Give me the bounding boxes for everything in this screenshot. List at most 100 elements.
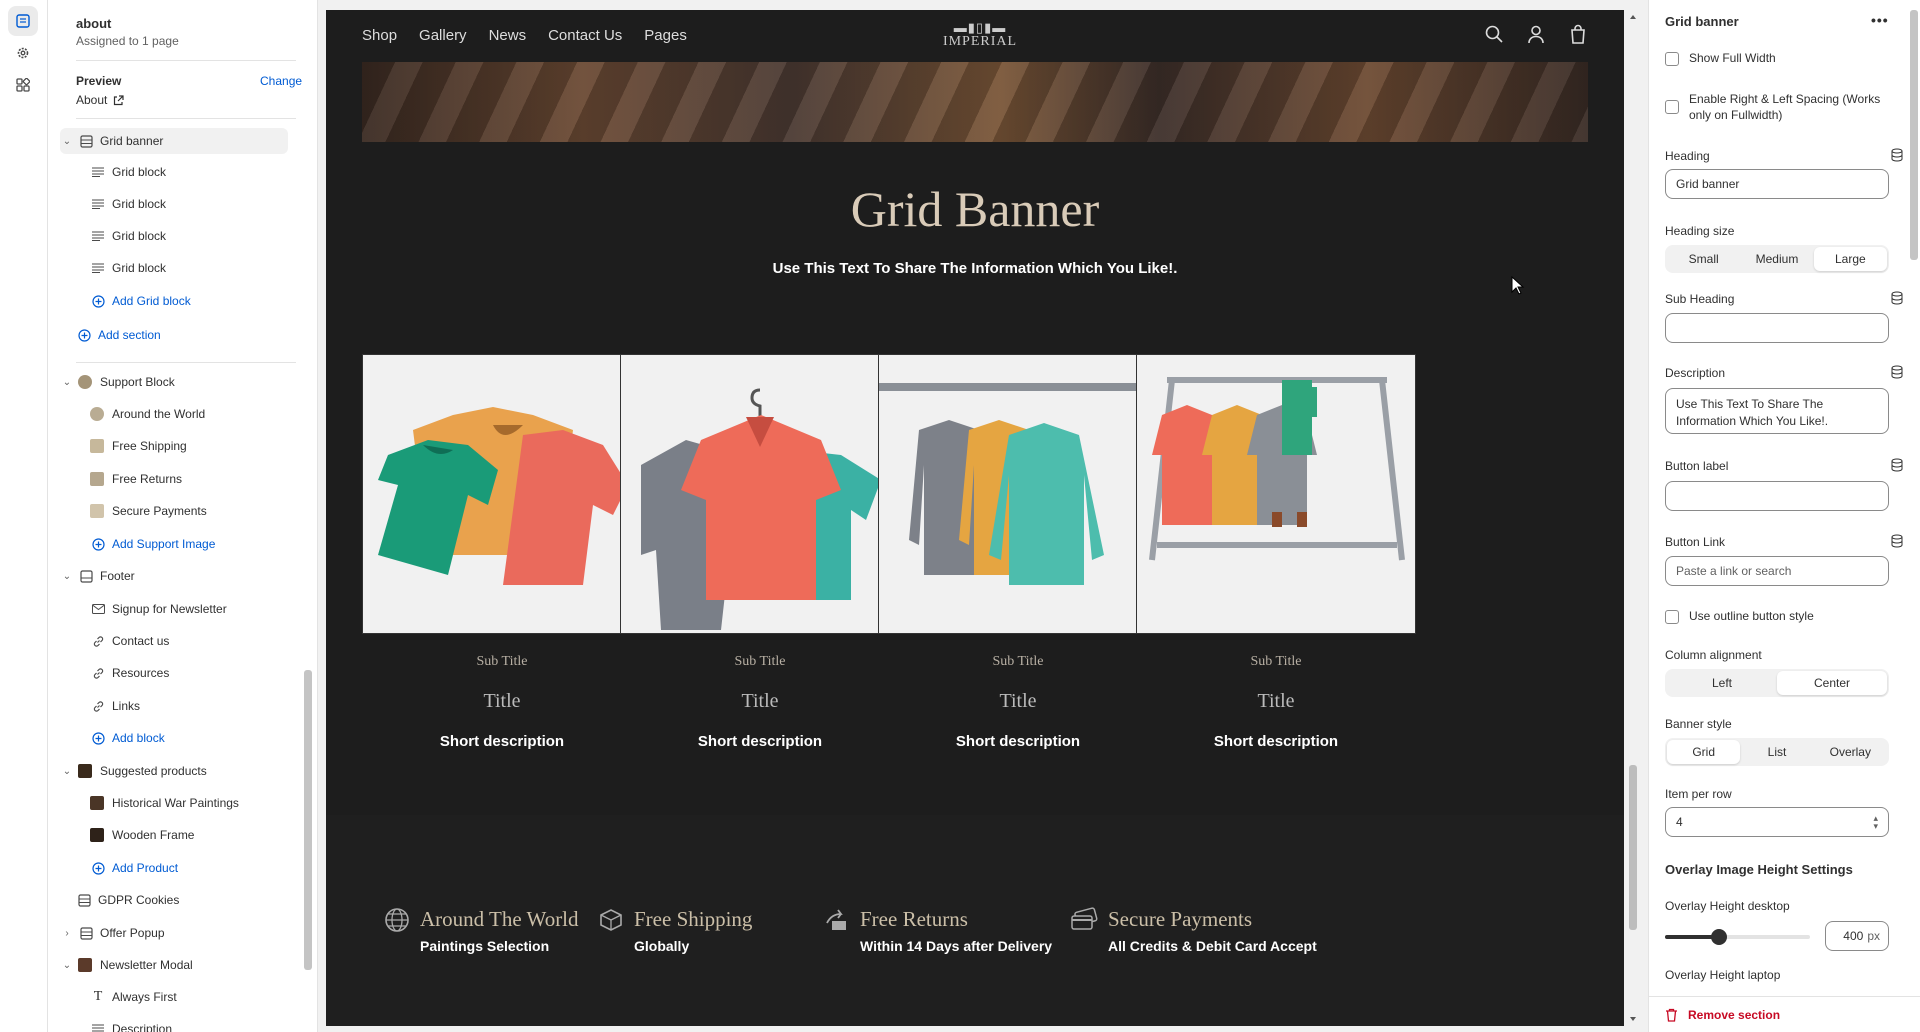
alignment-left[interactable]: Left	[1667, 671, 1777, 695]
database-icon[interactable]	[1890, 291, 1904, 305]
heading-size-large[interactable]: Large	[1813, 247, 1887, 271]
outline-button-checkbox[interactable]: Use outline button style	[1665, 609, 1814, 624]
block-links[interactable]: Links	[90, 693, 140, 719]
panel-scrollbar[interactable]	[304, 120, 312, 1000]
add-support-image-button[interactable]: Add Support Image	[90, 531, 215, 557]
section-footer[interactable]: ⌄ Footer	[60, 563, 135, 589]
section-offer-popup[interactable]: › Offer Popup	[60, 920, 165, 946]
block-signup-newsletter[interactable]: Signup for Newsletter	[90, 596, 227, 622]
apps-rail-button[interactable]	[8, 70, 38, 100]
store-logo[interactable]: ▬▮▯▮▬ IMPERIAL	[940, 20, 1020, 50]
mouse-cursor-icon	[1511, 276, 1525, 295]
account-icon[interactable]	[1526, 24, 1546, 44]
block-wooden-frame[interactable]: Wooden Frame	[90, 822, 194, 848]
database-icon[interactable]	[1890, 534, 1904, 548]
more-options-icon[interactable]: •••	[1871, 12, 1889, 28]
change-preview-link[interactable]: Change	[260, 74, 302, 88]
nav-contact-us[interactable]: Contact Us	[548, 27, 622, 44]
overlay-desktop-input[interactable]: 400 px	[1825, 921, 1889, 951]
grid-card[interactable]: Sub Title Title Short description	[1136, 354, 1416, 750]
database-icon[interactable]	[1890, 148, 1904, 162]
block-grid-block[interactable]: Grid block	[90, 159, 166, 185]
chevron-down-icon[interactable]: ⌄	[60, 960, 74, 971]
chevron-down-icon[interactable]: ⌄	[60, 571, 74, 582]
add-section-button[interactable]: Add section	[76, 322, 161, 348]
alignment-center[interactable]: Center	[1777, 671, 1887, 695]
overlay-desktop-slider[interactable]	[1665, 929, 1810, 945]
scrollbar-thumb[interactable]	[304, 670, 312, 970]
section-suggested-products[interactable]: ⌄ Suggested products	[60, 758, 207, 784]
grid-card[interactable]: Sub Title Title Short description	[878, 354, 1158, 750]
database-icon[interactable]	[1890, 365, 1904, 379]
overlay-desktop-label: Overlay Height desktop	[1665, 899, 1790, 913]
section-newsletter-modal[interactable]: ⌄ Newsletter Modal	[60, 952, 193, 978]
text-lines-icon	[90, 260, 106, 276]
sections-rail-button[interactable]	[8, 6, 38, 36]
cart-bag-icon[interactable]	[1568, 24, 1588, 44]
column-alignment-label: Column alignment	[1665, 648, 1762, 662]
button-link-input[interactable]: Paste a link or search	[1665, 556, 1889, 586]
chevron-right-icon[interactable]: ›	[60, 928, 74, 939]
heading-size-medium[interactable]: Medium	[1740, 247, 1813, 271]
sub-heading-input[interactable]	[1665, 313, 1889, 343]
block-free-returns[interactable]: Free Returns	[90, 466, 182, 492]
checkbox[interactable]	[1665, 51, 1679, 66]
block-secure-payments[interactable]: Secure Payments	[90, 498, 207, 524]
item-per-row-select[interactable]: 4 ▴ ▾	[1665, 807, 1889, 837]
button-label-input[interactable]	[1665, 481, 1889, 511]
add-grid-block-button[interactable]: Add Grid block	[90, 288, 191, 314]
preview-page[interactable]: About	[76, 93, 124, 107]
grid-card[interactable]: Sub Title Title Short description	[620, 354, 900, 750]
block-contact-us[interactable]: Contact us	[90, 628, 169, 654]
block-grid-block[interactable]: Grid block	[90, 191, 166, 217]
heading-input[interactable]: Grid banner	[1665, 169, 1889, 199]
preview-page-label: About	[76, 93, 108, 107]
settings-rail-button[interactable]	[8, 38, 38, 68]
checkbox[interactable]	[1665, 609, 1679, 624]
nav-shop[interactable]: Shop	[362, 27, 397, 44]
block-grid-block[interactable]: Grid block	[90, 223, 166, 249]
checkbox[interactable]	[1665, 100, 1679, 114]
section-icon	[76, 892, 92, 908]
preview-scrollbar[interactable]	[1628, 10, 1638, 1026]
plus-circle-icon	[90, 730, 106, 746]
block-description[interactable]: Description	[90, 1016, 172, 1032]
scroll-up-icon[interactable]	[1628, 12, 1638, 22]
nav-gallery[interactable]: Gallery	[419, 27, 467, 44]
chevron-down-icon[interactable]: ⌄	[60, 377, 74, 388]
remove-section-button[interactable]: Remove section	[1649, 996, 1920, 1032]
nav-news[interactable]: News	[489, 27, 527, 44]
heading-size-small[interactable]: Small	[1667, 247, 1740, 271]
scroll-down-icon[interactable]	[1628, 1014, 1638, 1024]
sections-panel: about Assigned to 1 page Preview Change …	[48, 0, 318, 1032]
block-around-the-world[interactable]: Around the World	[90, 401, 205, 427]
nav-pages[interactable]: Pages	[644, 27, 687, 44]
enable-spacing-checkbox[interactable]: Enable Right & Left Spacing (Works only …	[1665, 91, 1895, 123]
description-textarea[interactable]: Use This Text To Share The Information W…	[1665, 388, 1889, 434]
banner-style-overlay[interactable]: Overlay	[1814, 740, 1887, 764]
scrollbar-thumb[interactable]	[1629, 765, 1637, 930]
block-free-shipping[interactable]: Free Shipping	[90, 433, 187, 459]
section-label: Offer Popup	[100, 926, 165, 940]
block-grid-block[interactable]: Grid block	[90, 255, 166, 281]
text-icon: T	[93, 989, 103, 1004]
block-resources[interactable]: Resources	[90, 660, 169, 686]
search-icon[interactable]	[1484, 24, 1504, 44]
chevron-down-icon[interactable]: ⌄	[60, 136, 74, 147]
show-full-width-checkbox[interactable]: Show Full Width	[1665, 51, 1776, 66]
block-historical-war-paintings[interactable]: Historical War Paintings	[90, 790, 239, 816]
section-support-block[interactable]: ⌄ Support Block	[60, 369, 175, 395]
section-gdpr-cookies[interactable]: GDPR Cookies	[76, 887, 179, 913]
add-product-button[interactable]: Add Product	[90, 855, 178, 881]
chevron-down-icon[interactable]: ⌄	[60, 766, 74, 777]
database-icon[interactable]	[1890, 458, 1904, 472]
banner-style-grid[interactable]: Grid	[1667, 740, 1741, 764]
settings-scrollbar[interactable]	[1910, 10, 1918, 260]
block-always-first[interactable]: T Always First	[90, 984, 177, 1010]
slider-handle[interactable]	[1711, 929, 1727, 945]
add-block-button[interactable]: Add block	[90, 725, 165, 751]
section-grid-banner[interactable]: ⌄ Grid banner	[60, 128, 288, 154]
grid-card[interactable]: Sub Title Title Short description	[362, 354, 642, 750]
header-icons	[1484, 24, 1588, 44]
banner-style-list[interactable]: List	[1740, 740, 1813, 764]
